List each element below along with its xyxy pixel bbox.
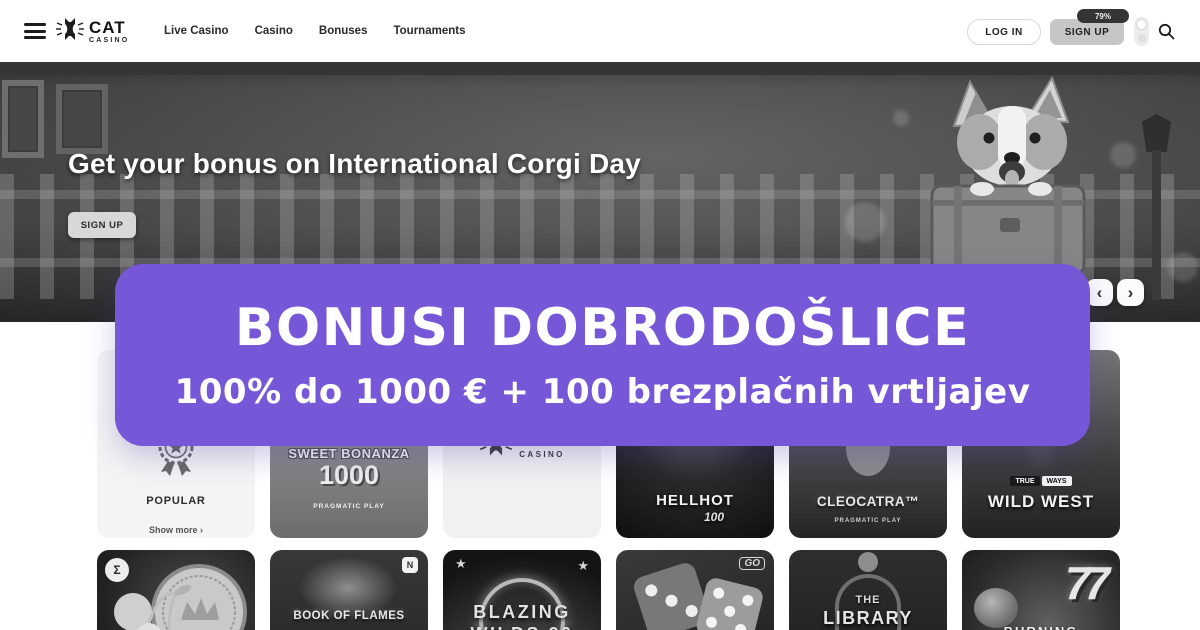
nav-casino[interactable]: Casino: [253, 21, 295, 41]
nav-live-casino[interactable]: Live Casino: [162, 21, 231, 41]
game-tile-book-of-flames[interactable]: N BOOK OF FLAMES: [270, 550, 428, 630]
carousel-prev-button[interactable]: ‹: [1086, 279, 1113, 306]
lamp-post: [1142, 114, 1171, 152]
header: CAT CASINO Live Casino Casino Bonuses To…: [0, 0, 1200, 62]
game-value: 100: [704, 510, 724, 524]
provider-go-badge: GO: [739, 557, 765, 570]
sevens-numerals: 77: [1065, 556, 1104, 610]
game-title: CLEOCATRA™: [789, 494, 947, 509]
logo-title: CAT: [89, 19, 129, 36]
game-title-the: THE: [789, 594, 947, 606]
welcome-bonus-banner[interactable]: BONUSI DOBRODOŠLICE 100% do 1000 € + 100…: [115, 264, 1090, 446]
game-title-line2: WILDS 20: [443, 624, 601, 630]
provider-n-badge: N: [402, 557, 418, 573]
star-icon: ★: [455, 556, 467, 572]
true-ways-badge: TRUE WAYS: [962, 476, 1120, 486]
barrel-art: [974, 588, 1018, 628]
game-title: BLAZING: [443, 602, 601, 623]
star-icon: ★: [577, 558, 589, 574]
brand-subtitle: CASINO: [519, 451, 565, 459]
page: CAT CASINO Live Casino Casino Bonuses To…: [0, 0, 1200, 630]
game-tile-blazing-wilds-20[interactable]: ★ ★ BLAZING WILDS 20: [443, 550, 601, 630]
silhouette-art: [858, 552, 878, 572]
hero-signup-button[interactable]: SIGN UP: [68, 212, 136, 238]
provider-label: PRAGMATIC PLAY: [313, 503, 384, 510]
carousel-next-button[interactable]: ›: [1117, 279, 1144, 306]
game-title: BURNING: [962, 624, 1120, 630]
game-title: SWEET BONANZA: [288, 446, 409, 461]
main-nav: Live Casino Casino Bonuses Tournaments: [162, 0, 467, 62]
nav-bonuses[interactable]: Bonuses: [317, 21, 370, 41]
game-title: BOOK OF FLAMES: [270, 610, 428, 622]
game-tile-fruit-slot[interactable]: Σ: [97, 550, 255, 630]
game-title: HELLHOT: [616, 492, 774, 509]
promo-title: BONUSI DOBRODOŠLICE: [235, 298, 970, 358]
hero-headline: Get your bonus on International Corgi Da…: [68, 148, 641, 180]
logo[interactable]: CAT CASINO: [56, 13, 129, 50]
popular-label: POPULAR: [146, 495, 205, 507]
show-more-link[interactable]: Show more ›: [149, 525, 203, 535]
nav-tournaments[interactable]: Tournaments: [391, 21, 467, 41]
game-tile-the-library[interactable]: THE LIBRARY: [789, 550, 947, 630]
provider-label: PRAGMATIC PLAY: [789, 518, 947, 524]
hero-window: [56, 84, 108, 154]
theme-toggle[interactable]: [1134, 17, 1149, 46]
login-button[interactable]: LOG IN: [967, 19, 1041, 45]
game-title: WILD WEST: [962, 492, 1120, 512]
search-icon[interactable]: [1158, 23, 1175, 40]
game-tile-burning-sevens[interactable]: 77 BURNING: [962, 550, 1120, 630]
corgi-illustration: [862, 68, 1112, 283]
promo-subtitle: 100% do 1000 € + 100 brezplačnih vrtljaj…: [175, 372, 1031, 412]
signup-percent-badge: 79%: [1077, 9, 1129, 23]
logo-subtitle: CASINO: [89, 37, 129, 44]
cat-logo-icon: [56, 13, 84, 50]
game-tile-dice[interactable]: GO: [616, 550, 774, 630]
provider-sigma-badge: Σ: [105, 558, 129, 582]
hamburger-menu-icon[interactable]: [24, 23, 46, 39]
game-title: LIBRARY: [789, 608, 947, 629]
hero-window: [2, 80, 44, 158]
game-value: 1000: [319, 461, 379, 489]
